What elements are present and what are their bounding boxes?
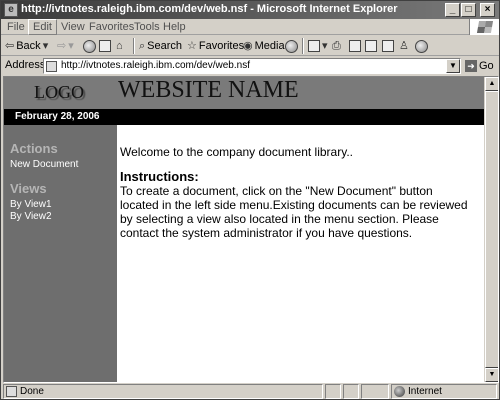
by-view1-link[interactable]: By View1 [10, 199, 52, 210]
menu-edit[interactable]: Edit [28, 19, 57, 35]
security-zone: Internet [391, 384, 497, 399]
menu-help[interactable]: Help [163, 21, 186, 33]
status-bar: Done Internet [1, 384, 499, 399]
browser-window: e http://ivtnotes.raleigh.ibm.com/dev/we… [0, 0, 500, 400]
home-icon: ⌂ [116, 40, 123, 52]
title-bar[interactable]: e http://ivtnotes.raleigh.ibm.com/dev/we… [1, 1, 499, 19]
instructions-heading: Instructions: [120, 169, 199, 184]
toolbar-divider [302, 38, 304, 54]
new-document-link[interactable]: New Document [10, 159, 78, 170]
status-text: Done [20, 386, 44, 397]
vertical-scrollbar[interactable]: ▲ ▼ [484, 77, 498, 382]
address-label: Address [5, 59, 46, 71]
menu-view[interactable]: View [61, 21, 85, 33]
status-pane-empty [361, 384, 389, 399]
chevron-down-icon: ▾ [68, 40, 74, 52]
history-icon [285, 39, 298, 53]
maximize-button[interactable]: □ [461, 3, 476, 17]
scroll-thumb[interactable] [485, 91, 498, 368]
sidebar-menu: Actions New Document Views By View1 By V… [4, 125, 117, 382]
status-pane-empty [325, 384, 341, 399]
toolbar-divider [133, 38, 135, 54]
edit-button[interactable] [349, 38, 361, 54]
back-arrow-icon: ⇦ [5, 40, 15, 52]
globe-button[interactable] [415, 38, 428, 54]
scroll-down-icon[interactable]: ▼ [485, 368, 498, 382]
instructions-text: To create a document, click on the "New … [120, 184, 468, 240]
by-view2-link[interactable]: By View2 [10, 211, 52, 222]
messenger-icon: ♙ [399, 40, 409, 52]
chevron-down-icon: ▾ [42, 40, 49, 52]
go-arrow-icon: ➜ [465, 60, 477, 72]
page-done-icon [6, 386, 17, 397]
forward-arrow-icon: ⇨ [57, 40, 67, 52]
page-viewport: LOGO WEBSITE NAME February 28, 2006 Acti… [3, 76, 499, 383]
go-button[interactable]: ➜ Go [465, 58, 494, 74]
site-name: WEBSITE NAME [118, 77, 299, 103]
media-label: Media [254, 40, 285, 52]
status-pane-empty [343, 384, 359, 399]
stop-icon [83, 39, 96, 53]
search-button[interactable]: ⌕ Search [139, 38, 182, 54]
search-icon: ⌕ [139, 40, 146, 52]
research-button[interactable] [382, 38, 394, 54]
history-button[interactable] [285, 38, 298, 54]
actions-heading: Actions [10, 141, 58, 156]
current-date: February 28, 2006 [15, 111, 100, 122]
date-bar: February 28, 2006 [4, 109, 484, 125]
print-button[interactable]: ⎙ [332, 38, 341, 54]
page-icon [46, 61, 57, 72]
scroll-up-icon[interactable]: ▲ [485, 77, 498, 91]
menu-file[interactable]: File [7, 21, 25, 33]
address-dropdown-icon[interactable]: ▼ [446, 59, 460, 73]
messenger-button[interactable]: ♙ [399, 38, 409, 54]
go-label: Go [479, 60, 494, 72]
address-url[interactable]: http://ivtnotes.raleigh.ibm.com/dev/web.… [61, 60, 250, 71]
address-input[interactable]: http://ivtnotes.raleigh.ibm.com/dev/web.… [43, 58, 461, 74]
globe-icon [394, 386, 405, 397]
zone-text: Internet [408, 386, 442, 397]
site-logo: LOGO [34, 82, 84, 102]
menu-tools[interactable]: Tools [134, 21, 160, 33]
address-bar: Address http://ivtnotes.raleigh.ibm.com/… [1, 57, 499, 75]
back-button[interactable]: ⇦ Back ▾ [5, 38, 48, 54]
menu-bar: File Edit View Favorites Tools Help [1, 19, 499, 35]
refresh-icon [99, 40, 111, 52]
edit-icon [349, 40, 361, 52]
welcome-text: Welcome to the company document library.… [120, 145, 353, 159]
search-label: Search [147, 40, 183, 52]
window-title: http://ivtnotes.raleigh.ibm.com/dev/web.… [21, 3, 398, 15]
views-heading: Views [10, 181, 47, 196]
back-label: Back [16, 40, 41, 52]
toolbar: ⇦ Back ▾ ⇨ ▾ ⌂ ⌕ Search ☆ Favorites ◉ Me… [1, 36, 499, 56]
research-icon [382, 40, 394, 52]
chevron-down-icon: ▾ [322, 40, 328, 52]
menu-favorites[interactable]: Favorites [89, 21, 134, 33]
minimize-button[interactable]: _ [445, 3, 460, 17]
site-header: LOGO WEBSITE NAME [4, 77, 484, 109]
mail-button[interactable]: ▾ [308, 38, 328, 54]
forward-button[interactable]: ⇨ ▾ [57, 38, 74, 54]
discuss-icon [365, 40, 377, 52]
refresh-button[interactable] [99, 38, 111, 54]
favorites-label: Favorites [198, 40, 245, 52]
close-button[interactable]: × [480, 3, 495, 17]
stop-button[interactable] [83, 38, 96, 54]
home-button[interactable]: ⌂ [116, 38, 123, 54]
favorites-button[interactable]: ☆ Favorites [187, 38, 244, 54]
print-icon: ⎙ [332, 40, 341, 52]
favorites-icon: ☆ [187, 40, 197, 52]
mail-icon [308, 40, 320, 52]
globe-icon [415, 39, 428, 53]
media-icon: ◉ [243, 40, 253, 52]
discuss-button[interactable] [365, 38, 377, 54]
windows-logo-icon [469, 19, 499, 35]
ie-app-icon: e [4, 3, 18, 17]
status-pane: Done [3, 384, 323, 399]
media-button[interactable]: ◉ Media [243, 38, 285, 54]
